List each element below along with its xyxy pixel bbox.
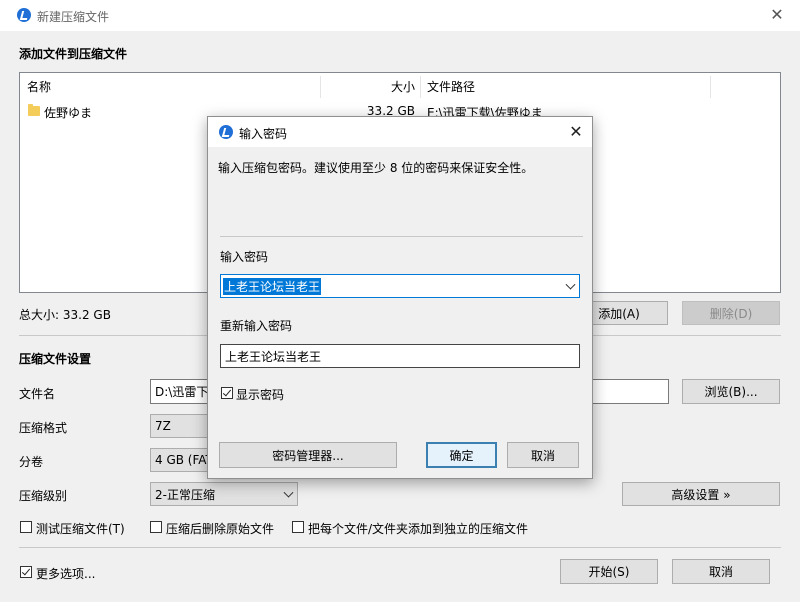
more-options-label[interactable]: 更多选项... (36, 565, 95, 582)
more-options-checkbox[interactable] (20, 566, 32, 578)
delete-button[interactable]: 删除(D) (682, 301, 780, 325)
column-header-size[interactable]: 大小 (390, 73, 415, 101)
close-icon[interactable]: ✕ (768, 7, 786, 25)
add-section-title: 添加文件到压缩文件 (19, 47, 128, 61)
delete-original-label[interactable]: 压缩后删除原始文件 (166, 520, 274, 537)
column-separator[interactable] (710, 76, 711, 98)
divider (220, 236, 583, 237)
filename-value: D:\迅雷下 (155, 385, 209, 399)
column-header-path[interactable]: 文件路径 (427, 73, 476, 101)
column-separator[interactable] (420, 76, 421, 98)
window-title: 新建压缩文件 (37, 10, 110, 24)
password-value: 上老王论坛当老王 (223, 277, 322, 295)
cancel-button[interactable]: 取消 (672, 559, 770, 584)
format-value: 7Z (155, 419, 171, 433)
column-separator[interactable] (320, 76, 321, 98)
separate-archives-label[interactable]: 把每个文件/文件夹添加到独立的压缩文件 (308, 520, 528, 537)
settings-section-title: 压缩文件设置 (19, 352, 92, 366)
divider (19, 547, 781, 548)
chevron-down-icon (283, 487, 294, 498)
dialog-titlebar: 输入密码 ✕ (208, 117, 592, 147)
password-dialog: 输入密码 ✕ 输入压缩包密码。建议使用至少 8 位的密码来保证安全性。 输入密码… (207, 116, 593, 479)
reenter-label: 重新输入密码 (220, 319, 293, 333)
advanced-settings-button[interactable]: 高级设置 » (622, 482, 780, 506)
dialog-description: 输入压缩包密码。建议使用至少 8 位的密码来保证安全性。 (218, 161, 534, 175)
ok-button[interactable]: 确定 (426, 442, 497, 468)
format-label: 压缩格式 (19, 421, 68, 435)
reenter-value: 上老王论坛当老王 (225, 349, 322, 364)
show-password-label[interactable]: 显示密码 (236, 386, 284, 403)
split-label: 分卷 (19, 455, 44, 469)
chevron-down-icon[interactable] (565, 279, 576, 290)
level-value: 2-正常压缩 (155, 487, 215, 502)
close-icon[interactable]: ✕ (567, 124, 585, 142)
app-logo-icon (219, 125, 233, 139)
reenter-password-field[interactable]: 上老王论坛当老王 (220, 344, 580, 368)
start-button[interactable]: 开始(S) (560, 559, 658, 584)
total-size: 总大小: 33.2 GB (19, 308, 111, 322)
test-archive-label[interactable]: 测试压缩文件(T) (36, 520, 125, 537)
filename-label: 文件名 (19, 387, 56, 401)
password-manager-button[interactable]: 密码管理器... (219, 442, 397, 468)
separate-archives-checkbox[interactable] (292, 521, 304, 533)
folder-icon (28, 104, 40, 116)
test-archive-checkbox[interactable] (20, 521, 32, 533)
browse-button[interactable]: 浏览(B)... (682, 379, 780, 404)
file-name: 佐野ゆま (44, 106, 93, 120)
level-label: 压缩级别 (19, 489, 68, 503)
app-logo-icon (17, 8, 31, 22)
dialog-title: 输入密码 (239, 127, 288, 141)
delete-original-checkbox[interactable] (150, 521, 162, 533)
main-titlebar: 新建压缩文件 ✕ (0, 0, 800, 31)
column-header-name[interactable]: 名称 (27, 73, 52, 101)
split-value: 4 GB (FAT (155, 453, 213, 467)
show-password-checkbox[interactable] (221, 387, 233, 399)
dialog-cancel-button[interactable]: 取消 (507, 442, 579, 468)
password-combo[interactable]: 上老王论坛当老王 (220, 274, 580, 298)
password-label: 输入密码 (220, 250, 269, 264)
level-select[interactable]: 2-正常压缩 (150, 482, 298, 506)
